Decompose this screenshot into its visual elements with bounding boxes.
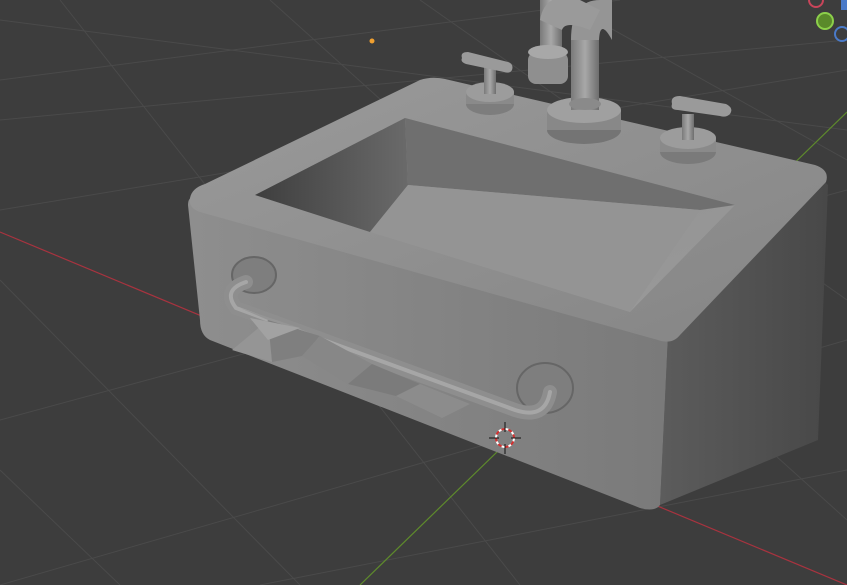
object-origin-icon[interactable] [369,38,375,44]
3d-viewport[interactable] [0,0,847,585]
gizmo-x-icon[interactable] [808,0,824,8]
gizmo-z-handle[interactable] [841,0,847,10]
gizmo-z-icon[interactable] [834,26,847,42]
navigation-gizmo[interactable] [808,0,847,42]
left-tap-handle[interactable] [461,52,515,115]
viewport-canvas[interactable] [0,0,847,585]
gizmo-y-icon[interactable] [816,12,834,30]
sink-model[interactable] [188,0,828,510]
